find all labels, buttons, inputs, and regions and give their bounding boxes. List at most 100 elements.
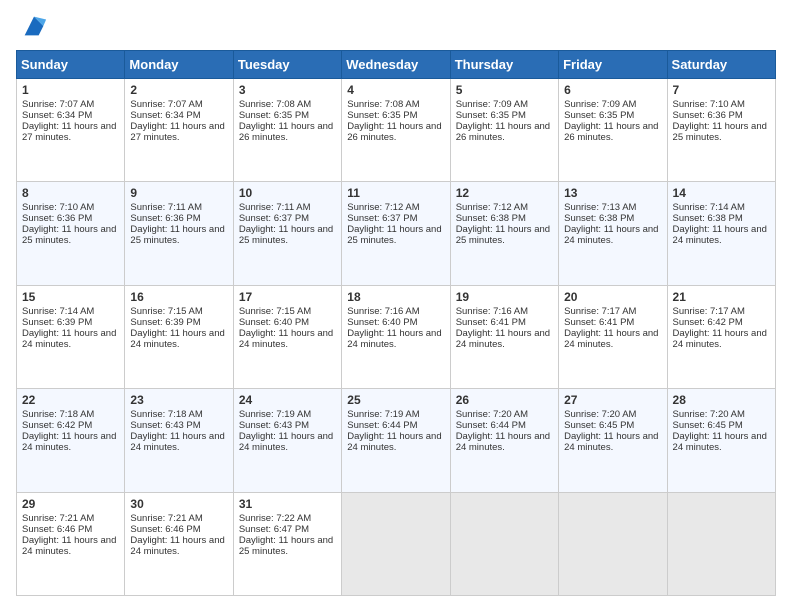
daylight-label: Daylight: 11 hours and 24 minutes. (130, 535, 224, 557)
daylight-label: Daylight: 11 hours and 25 minutes. (130, 224, 224, 246)
sunrise-label: Sunrise: 7:07 AM (130, 99, 202, 110)
sunset-label: Sunset: 6:35 PM (239, 110, 309, 121)
day-number: 11 (347, 186, 444, 200)
daylight-label: Daylight: 11 hours and 25 minutes. (239, 224, 333, 246)
sunset-label: Sunset: 6:36 PM (130, 213, 200, 224)
calendar-cell: 21Sunrise: 7:17 AMSunset: 6:42 PMDayligh… (667, 285, 775, 388)
weekday-header: Thursday (450, 51, 558, 79)
calendar-table: SundayMondayTuesdayWednesdayThursdayFrid… (16, 50, 776, 596)
calendar-cell: 17Sunrise: 7:15 AMSunset: 6:40 PMDayligh… (233, 285, 341, 388)
calendar-cell: 9 Sunrise: 7:11 AMSunset: 6:36 PMDaylight… (125, 182, 233, 285)
sunset-label: Sunset: 6:34 PM (22, 110, 92, 121)
day-number: 6 (564, 83, 661, 97)
daylight-label: Daylight: 11 hours and 24 minutes. (130, 431, 224, 453)
calendar-cell: 19Sunrise: 7:16 AMSunset: 6:41 PMDayligh… (450, 285, 558, 388)
weekday-header: Tuesday (233, 51, 341, 79)
sunrise-label: Sunrise: 7:20 AM (456, 409, 528, 420)
calendar-cell: 5Sunrise: 7:09 AMSunset: 6:35 PMDaylight… (450, 79, 558, 182)
day-number: 4 (347, 83, 444, 97)
sunrise-label: Sunrise: 7:17 AM (673, 306, 745, 317)
calendar-cell: 30Sunrise: 7:21 AMSunset: 6:46 PMDayligh… (125, 492, 233, 595)
day-number: 20 (564, 290, 661, 304)
daylight-label: Daylight: 11 hours and 25 minutes. (673, 121, 767, 143)
daylight-label: Daylight: 11 hours and 24 minutes. (564, 328, 658, 350)
header (16, 16, 776, 40)
sunrise-label: Sunrise: 7:21 AM (22, 513, 94, 524)
sunrise-label: Sunrise: 7:12 AM (456, 202, 528, 213)
logo-icon (20, 12, 48, 40)
day-number: 14 (673, 186, 770, 200)
day-number: 19 (456, 290, 553, 304)
calendar-cell: 20Sunrise: 7:17 AMSunset: 6:41 PMDayligh… (559, 285, 667, 388)
day-number: 12 (456, 186, 553, 200)
calendar-cell: 2Sunrise: 7:07 AMSunset: 6:34 PMDaylight… (125, 79, 233, 182)
daylight-label: Daylight: 11 hours and 24 minutes. (456, 431, 550, 453)
calendar-cell: 28Sunrise: 7:20 AMSunset: 6:45 PMDayligh… (667, 389, 775, 492)
sunset-label: Sunset: 6:36 PM (673, 110, 743, 121)
sunrise-label: Sunrise: 7:08 AM (347, 99, 419, 110)
daylight-label: Daylight: 11 hours and 27 minutes. (130, 121, 224, 143)
daylight-label: Daylight: 11 hours and 24 minutes. (673, 431, 767, 453)
sunset-label: Sunset: 6:41 PM (564, 317, 634, 328)
sunrise-label: Sunrise: 7:21 AM (130, 513, 202, 524)
sunrise-label: Sunrise: 7:09 AM (564, 99, 636, 110)
calendar-cell: 31Sunrise: 7:22 AMSunset: 6:47 PMDayligh… (233, 492, 341, 595)
day-number: 28 (673, 393, 770, 407)
calendar-cell (667, 492, 775, 595)
sunrise-label: Sunrise: 7:19 AM (239, 409, 311, 420)
day-number: 13 (564, 186, 661, 200)
day-number: 29 (22, 497, 119, 511)
sunset-label: Sunset: 6:38 PM (456, 213, 526, 224)
sunset-label: Sunset: 6:46 PM (22, 524, 92, 535)
sunset-label: Sunset: 6:43 PM (239, 420, 309, 431)
calendar-week-row: 15 Sunrise: 7:14 AMSunset: 6:39 PM Dayligh… (17, 285, 776, 388)
weekday-header: Saturday (667, 51, 775, 79)
daylight-label: Daylight: 11 hours and 24 minutes. (456, 328, 550, 350)
sunset-label: Sunset: 6:35 PM (347, 110, 417, 121)
sunrise-label: Sunrise: 7:15 AM (130, 306, 202, 317)
daylight-label: Daylight: 11 hours and 24 minutes. (347, 431, 441, 453)
calendar-week-row: 29Sunrise: 7:21 AMSunset: 6:46 PMDayligh… (17, 492, 776, 595)
daylight-label: Daylight: 11 hours and 25 minutes. (239, 535, 333, 557)
sunset-label: Sunset: 6:39 PM (22, 317, 92, 328)
sunrise-label: Sunrise: 7:15 AM (239, 306, 311, 317)
calendar-week-row: 1 Sunrise: 7:07 AM Sunset: 6:34 PM Daylight… (17, 79, 776, 182)
daylight-label: Daylight: 11 hours and 24 minutes. (564, 431, 658, 453)
sunset-label: Sunset: 6:44 PM (347, 420, 417, 431)
daylight-label: Daylight: 11 hours and 24 minutes. (22, 535, 116, 557)
daylight-label: Daylight: 11 hours and 25 minutes. (347, 224, 441, 246)
sunrise-label: Sunrise: 7:19 AM (347, 409, 419, 420)
sunset-label: Sunset: 6:45 PM (673, 420, 743, 431)
sunrise-label: Sunrise: 7:22 AM (239, 513, 311, 524)
daylight-label: Daylight: 11 hours and 24 minutes. (673, 224, 767, 246)
weekday-header: Wednesday (342, 51, 450, 79)
day-number: 1 (22, 83, 119, 97)
sunset-label: Sunset: 6:38 PM (673, 213, 743, 224)
sunrise-label: Sunrise: 7:14 AM (22, 306, 94, 317)
calendar-cell: 23Sunrise: 7:18 AMSunset: 6:43 PMDayligh… (125, 389, 233, 492)
sunrise-label: Sunrise: 7:09 AM (456, 99, 528, 110)
sunset-label: Sunset: 6:44 PM (456, 420, 526, 431)
sunrise-label: Sunrise: 7:16 AM (456, 306, 528, 317)
daylight-label: Daylight: 11 hours and 24 minutes. (239, 431, 333, 453)
weekday-header: Monday (125, 51, 233, 79)
calendar-cell: 25Sunrise: 7:19 AMSunset: 6:44 PMDayligh… (342, 389, 450, 492)
sunrise-label: Sunrise: 7:11 AM (130, 202, 202, 213)
sunrise-label: Sunrise: 7:13 AM (564, 202, 636, 213)
day-number: 15 (22, 290, 119, 304)
day-number: 26 (456, 393, 553, 407)
calendar-cell: 24 Sunrise: 7:19 AMSunset: 6:43 PMDayligh… (233, 389, 341, 492)
calendar-cell: 7Sunrise: 7:10 AMSunset: 6:36 PMDaylight… (667, 79, 775, 182)
day-number: 9 (130, 186, 227, 200)
sunset-label: Sunset: 6:37 PM (239, 213, 309, 224)
sunrise-label: Sunrise: 7:18 AM (22, 409, 94, 420)
sunset-label: Sunset: 6:47 PM (239, 524, 309, 535)
logo (16, 16, 48, 40)
day-number: 24 (239, 393, 336, 407)
calendar-cell (342, 492, 450, 595)
calendar-cell: 4Sunrise: 7:08 AMSunset: 6:35 PMDaylight… (342, 79, 450, 182)
sunrise-label: Sunrise: 7:12 AM (347, 202, 419, 213)
sunset-label: Sunset: 6:42 PM (22, 420, 92, 431)
calendar-cell: 26 Sunrise: 7:20 AMSunset: 6:44 PMDayligh… (450, 389, 558, 492)
sunset-label: Sunset: 6:36 PM (22, 213, 92, 224)
